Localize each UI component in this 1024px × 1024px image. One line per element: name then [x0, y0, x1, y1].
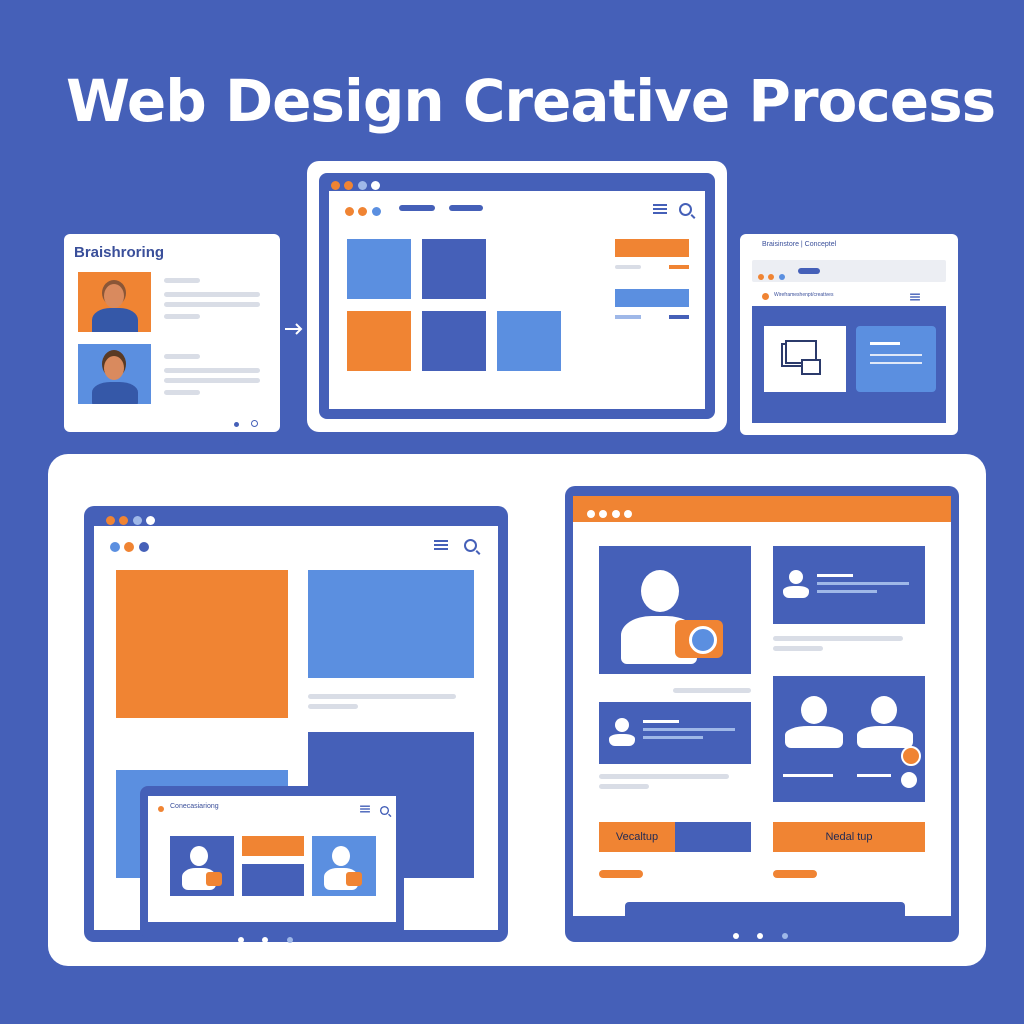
cta-bar[interactable] [615, 239, 689, 257]
page-title: Web Design Creative Process [66, 67, 996, 135]
embedded-heading: Conecasiariong [170, 803, 219, 810]
arrow-right-icon [284, 322, 304, 336]
info-card [856, 326, 936, 392]
text-line [164, 390, 200, 395]
search-icon[interactable] [464, 539, 477, 552]
chat-icon [780, 340, 824, 380]
avatar [78, 344, 151, 404]
primary-button[interactable]: Vecaltup [599, 822, 675, 852]
wireframe-browser [307, 161, 727, 432]
logo-dots [345, 203, 381, 221]
mockup-card: Braisinstore | Conceptel Wireframeshenpt… [740, 234, 958, 435]
menu-icon[interactable] [360, 805, 370, 813]
mockup-subline: Wireframeshenpt/creatives [774, 292, 834, 298]
text-line [164, 378, 260, 383]
content-block [242, 864, 304, 896]
mockup-heading: Braisinstore | Conceptel [762, 241, 837, 248]
user-badge-icon [899, 770, 919, 790]
text-line [164, 302, 260, 307]
profile-row [773, 546, 925, 624]
feature-block [308, 570, 474, 678]
brainstorming-heading: Braishroring [74, 244, 165, 261]
pagination-dots[interactable] [234, 414, 274, 445]
lock-badge-icon [901, 746, 921, 766]
image-card [764, 326, 846, 392]
menu-icon[interactable] [434, 540, 448, 550]
content-block [347, 311, 411, 371]
avatar-tile [170, 836, 234, 896]
profile-tile [599, 546, 751, 674]
hero-image [116, 570, 288, 718]
tablet-controls[interactable] [733, 926, 788, 944]
content-block [422, 311, 486, 371]
avatar-tile [312, 836, 376, 896]
text-line [164, 314, 200, 319]
brainstorming-card: Braishroring [64, 234, 280, 445]
camera-icon [675, 620, 723, 658]
pager-controls[interactable] [238, 930, 293, 948]
avatar [78, 272, 151, 332]
window-controls[interactable] [587, 505, 633, 523]
cta-bar[interactable] [615, 289, 689, 307]
embedded-window: Conecasiariong [140, 786, 404, 943]
text-line [164, 354, 200, 359]
text-line [164, 368, 260, 373]
menu-icon[interactable] [910, 293, 920, 301]
content-block [242, 836, 304, 856]
text-line [164, 292, 260, 297]
tablet-mockup: Vecaltup Nedal tup [565, 486, 959, 942]
nav-link[interactable] [449, 205, 483, 211]
profile-row [599, 702, 751, 764]
search-icon[interactable] [679, 203, 692, 216]
content-block [497, 311, 561, 371]
nav-link[interactable] [399, 205, 435, 211]
logo-dots [110, 539, 149, 557]
content-block [347, 239, 411, 299]
content-block [422, 239, 486, 299]
secondary-button[interactable]: Nedal tup [773, 822, 925, 852]
menu-icon[interactable] [653, 204, 667, 214]
search-icon[interactable] [379, 805, 390, 816]
text-line [164, 278, 200, 283]
team-tile [773, 676, 925, 802]
tablet-header [573, 496, 951, 522]
